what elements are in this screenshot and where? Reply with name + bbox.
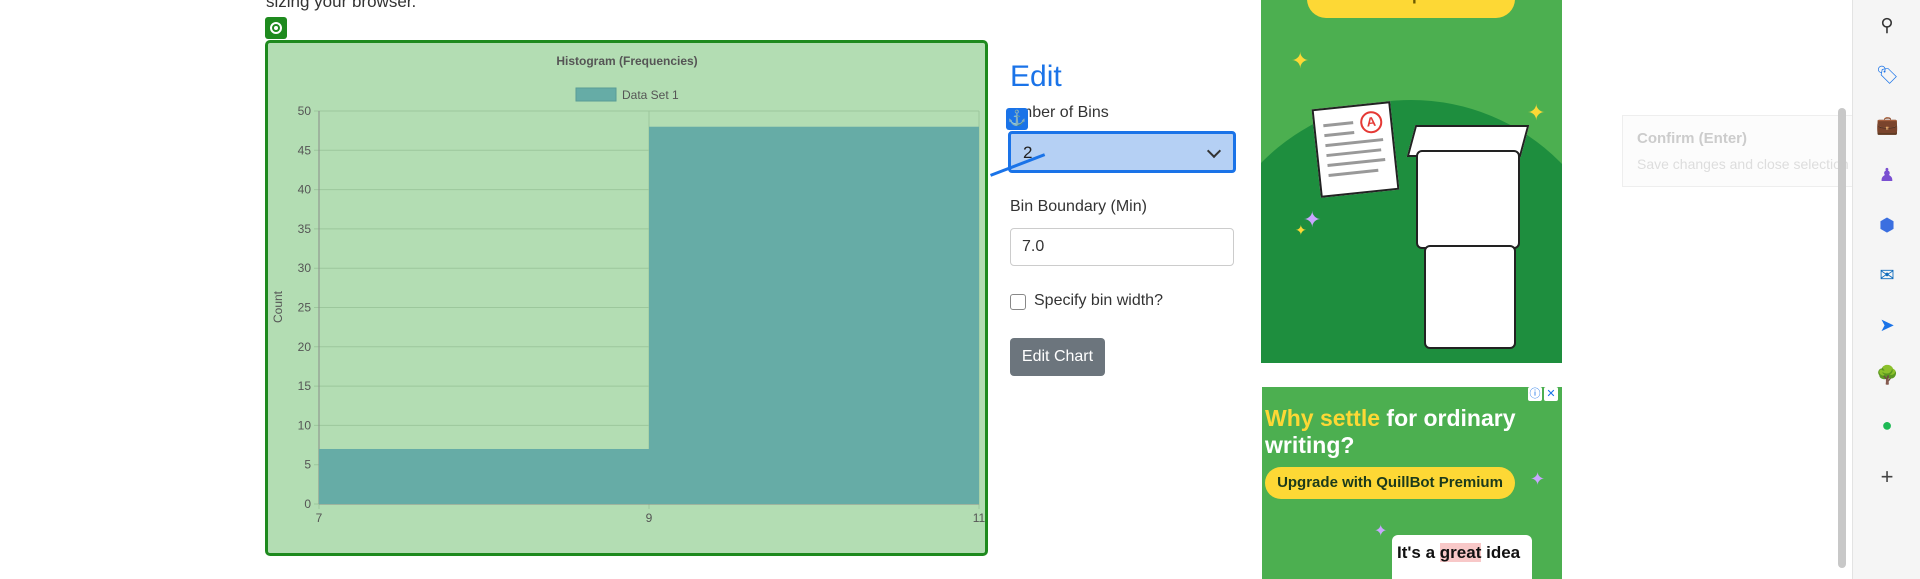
ad-banner-bottom[interactable]: ⓘ ✕ Why settle for ordinary writing? Upg…: [1262, 387, 1562, 579]
tree-icon[interactable]: 🌳: [1876, 364, 1898, 386]
add-icon[interactable]: +: [1876, 466, 1898, 488]
y-tick-label: 45: [298, 143, 312, 157]
y-tick-label: 40: [298, 183, 312, 197]
sparkle-icon: ✦: [1374, 523, 1388, 540]
x-tick-label: 7: [316, 511, 323, 525]
tooltip-title: Confirm (Enter): [1637, 130, 1747, 147]
boundary-input[interactable]: [1010, 228, 1234, 266]
anchor-icon[interactable]: ⚓: [1006, 108, 1028, 130]
y-ticks: 0 5 10 15 20 25 30 35 40 45 50: [298, 104, 312, 511]
legend-label: Data Set 1: [622, 88, 679, 102]
target-icon[interactable]: [265, 17, 287, 39]
info-icon[interactable]: ⓘ: [1528, 387, 1542, 401]
boundary-label: Bin Boundary (Min): [1010, 198, 1147, 215]
outlook-icon[interactable]: ✉: [1876, 264, 1898, 286]
bins-select[interactable]: 2: [1008, 131, 1236, 173]
tag-icon[interactable]: 🏷: [1876, 64, 1899, 86]
robot-body-illustration: [1424, 245, 1516, 349]
ad-banner-top[interactable]: Premium purchase A ✦ ✦ ✦ ✦: [1261, 0, 1562, 363]
grade-icon: A: [1359, 110, 1384, 135]
sparkle-icon: ✦: [1530, 469, 1546, 489]
histogram-chart: Histogram (Frequencies) Data Set 1 Count…: [271, 54, 985, 525]
graded-paper-illustration: A: [1311, 101, 1400, 198]
y-tick-label: 15: [298, 379, 312, 393]
chart-title: Histogram (Frequencies): [556, 54, 697, 68]
spotify-icon[interactable]: ●: [1876, 414, 1898, 436]
chevron-down-icon: [1206, 143, 1222, 159]
send-icon[interactable]: ➤: [1876, 314, 1898, 336]
copilot-icon[interactable]: ⬢: [1876, 214, 1898, 236]
chart-bars: [319, 126, 979, 504]
y-tick-label: 50: [298, 104, 312, 118]
histogram-bar: [649, 126, 979, 504]
search-icon[interactable]: ⚲: [1876, 14, 1898, 36]
browser-sidebar: ⚲ 🏷 💼 ♟ ⬢ ✉ ➤ 🌳 ● +: [1852, 0, 1920, 579]
histogram-bar: [319, 448, 649, 504]
robot-head-illustration: [1416, 150, 1520, 249]
y-tick-label: 5: [304, 458, 311, 472]
legend-swatch: [575, 87, 617, 102]
bin-width-checkbox[interactable]: [1010, 294, 1026, 310]
chess-icon[interactable]: ♟: [1876, 164, 1898, 186]
y-axis-label: Count: [271, 290, 285, 323]
ad-headline: Why settle for ordinary writing?: [1265, 405, 1516, 458]
bin-width-label: Specify bin width?: [1034, 292, 1163, 309]
edit-title: Edit: [1010, 60, 1062, 93]
intro-text: sizing your browser.: [266, 0, 417, 11]
upgrade-button[interactable]: Upgrade with QuillBot Premium: [1265, 467, 1515, 499]
x-tick-label: 11: [973, 511, 985, 525]
page-scrollbar[interactable]: [1838, 108, 1846, 568]
premium-purchase-button[interactable]: Premium purchase: [1307, 0, 1515, 18]
y-tick-label: 25: [298, 301, 312, 315]
sparkle-icon: ✦: [1527, 100, 1546, 125]
close-icon[interactable]: ✕: [1544, 387, 1558, 401]
ad-text-card: It's a great idea: [1392, 535, 1532, 579]
y-tick-label: 30: [298, 261, 312, 275]
y-tick-label: 35: [298, 222, 312, 236]
y-tick-label: 20: [298, 340, 312, 354]
sparkle-icon: ✦: [1291, 48, 1310, 73]
y-tick-label: 10: [298, 418, 312, 432]
sparkle-icon: ✦: [1295, 222, 1307, 238]
edit-chart-button[interactable]: Edit Chart: [1010, 338, 1105, 376]
y-tick-label: 0: [304, 497, 311, 511]
briefcase-icon[interactable]: 💼: [1876, 114, 1898, 136]
x-ticks: 7 9 11: [316, 511, 985, 525]
x-tick-label: 9: [646, 511, 653, 525]
